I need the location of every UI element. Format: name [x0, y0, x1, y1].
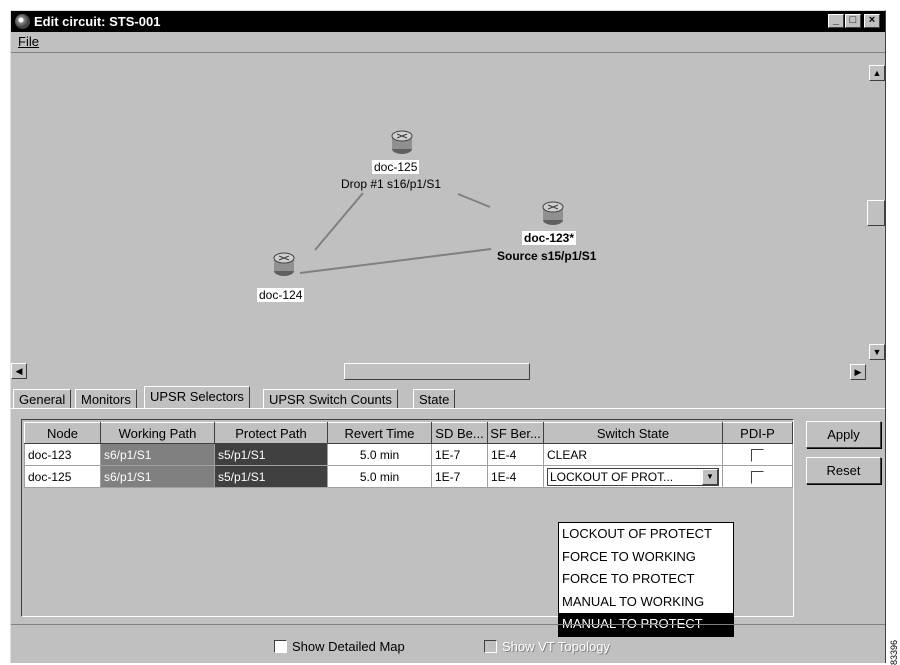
- cell-protect-path: s5/p1/S1: [214, 465, 328, 488]
- table-row[interactable]: doc-123 s6/p1/S1 s5/p1/S1 5.0 min 1E-7 1…: [24, 443, 793, 466]
- switch-state-dropdown: LOCKOUT OF PROTECT FORCE TO WORKING FORC…: [558, 522, 734, 637]
- map-connections: [299, 192, 492, 274]
- vertical-scroll-thumb[interactable]: [867, 200, 885, 226]
- col-sf-ber[interactable]: SF Ber...: [487, 422, 544, 444]
- cell-node: doc-123: [24, 443, 101, 466]
- pdi-p-checkbox[interactable]: [751, 448, 764, 462]
- cell-sf-ber[interactable]: 1E-4: [487, 443, 544, 466]
- menu-bar: File: [11, 32, 885, 52]
- link-doc125-doc123: [457, 193, 491, 208]
- circuit-map[interactable]: doc-125 Drop #1 s16/p1/S1 doc-123* Sourc…: [11, 52, 885, 382]
- node-label-doc-125: doc-125: [372, 160, 420, 174]
- dropdown-option[interactable]: FORCE TO WORKING: [559, 546, 733, 569]
- bottom-bar: Show Detailed Map Show VT Topology: [11, 624, 885, 664]
- upsr-selectors-table: Node Working Path Protect Path Revert Ti…: [24, 422, 793, 488]
- tab-general[interactable]: General: [13, 389, 72, 409]
- minimize-button[interactable]: _: [828, 14, 844, 28]
- cell-sd-ber[interactable]: 1E-7: [431, 443, 488, 466]
- app-icon: [15, 14, 30, 29]
- cell-pdi-p: [722, 443, 793, 466]
- dropdown-option[interactable]: LOCKOUT OF PROTECT: [559, 523, 733, 546]
- show-vt-topology-option: Show VT Topology: [484, 639, 610, 654]
- horizontal-scroll-thumb[interactable]: [344, 363, 530, 380]
- col-switch-state[interactable]: Switch State: [543, 422, 723, 444]
- window-title: Edit circuit: STS-001: [34, 14, 161, 29]
- link-doc124-doc123: [299, 248, 492, 274]
- show-detailed-map-checkbox[interactable]: [274, 640, 287, 653]
- cell-pdi-p: [722, 465, 793, 488]
- router-icon[interactable]: [272, 251, 296, 277]
- cell-sd-ber[interactable]: 1E-7: [431, 465, 488, 488]
- scroll-left-button[interactable]: ◀: [11, 363, 27, 379]
- edit-circuit-window: Edit circuit: STS-001 _ □ × File doc-125…: [10, 10, 886, 663]
- dropdown-option[interactable]: MANUAL TO WORKING: [559, 591, 733, 614]
- switch-state-combo[interactable]: LOCKOUT OF PROT... ▼: [547, 467, 719, 486]
- scroll-right-button[interactable]: ▶: [850, 364, 866, 380]
- tab-upsr-switch-counts[interactable]: UPSR Switch Counts: [263, 389, 398, 409]
- scroll-down-button[interactable]: ▼: [869, 344, 885, 360]
- show-detailed-map-label: Show Detailed Map: [292, 639, 405, 654]
- close-button[interactable]: ×: [864, 14, 880, 28]
- table-header-row: Node Working Path Protect Path Revert Ti…: [24, 422, 793, 444]
- show-vt-topology-label: Show VT Topology: [502, 639, 610, 654]
- cell-revert-time[interactable]: 5.0 min: [327, 443, 432, 466]
- scroll-up-button[interactable]: ▲: [869, 65, 885, 81]
- col-node[interactable]: Node: [24, 422, 101, 444]
- figure-id: 83396: [889, 640, 899, 665]
- title-bar: Edit circuit: STS-001 _ □ ×: [11, 11, 885, 32]
- show-vt-topology-checkbox: [484, 640, 497, 653]
- col-working-path[interactable]: Working Path: [100, 422, 215, 444]
- switch-state-value: LOCKOUT OF PROT...: [550, 469, 674, 484]
- cell-revert-time[interactable]: 5.0 min: [327, 465, 432, 488]
- cell-node: doc-125: [24, 465, 101, 488]
- reset-button[interactable]: Reset: [806, 457, 881, 484]
- col-pdi-p[interactable]: PDI-P: [722, 422, 793, 444]
- chevron-down-icon[interactable]: ▼: [702, 468, 718, 485]
- col-sd-ber[interactable]: SD Be...: [431, 422, 488, 444]
- dropdown-option[interactable]: FORCE TO PROTECT: [559, 568, 733, 591]
- router-icon[interactable]: [390, 129, 414, 155]
- col-revert-time[interactable]: Revert Time: [327, 422, 432, 444]
- menu-file[interactable]: File: [18, 34, 39, 49]
- cell-protect-path: s5/p1/S1: [214, 443, 328, 466]
- maximize-button[interactable]: □: [845, 14, 861, 28]
- tab-monitors[interactable]: Monitors: [75, 389, 137, 409]
- table-row[interactable]: doc-125 s6/p1/S1 s5/p1/S1 5.0 min 1E-7 1…: [24, 465, 793, 488]
- apply-button[interactable]: Apply: [806, 421, 881, 448]
- cell-working-path: s6/p1/S1: [100, 465, 215, 488]
- tab-bar: General Monitors UPSR Selectors UPSR Swi…: [11, 385, 885, 409]
- tab-state[interactable]: State: [413, 389, 456, 409]
- show-detailed-map-option[interactable]: Show Detailed Map: [274, 639, 405, 654]
- node-label-doc-123: doc-123*: [522, 231, 577, 245]
- router-icon[interactable]: [541, 200, 565, 226]
- col-protect-path[interactable]: Protect Path: [214, 422, 328, 444]
- node-sublabel-doc-125: Drop #1 s16/p1/S1: [341, 177, 442, 191]
- link-doc124-doc125: [314, 192, 364, 251]
- cell-working-path: s6/p1/S1: [100, 443, 215, 466]
- node-label-doc-124: doc-124: [257, 288, 305, 302]
- tab-upsr-selectors[interactable]: UPSR Selectors: [144, 386, 250, 409]
- selectors-table-container: Node Working Path Protect Path Revert Ti…: [21, 419, 794, 637]
- cell-switch-state[interactable]: CLEAR: [543, 443, 723, 466]
- cell-switch-state: LOCKOUT OF PROT... ▼: [543, 465, 723, 488]
- upsr-selectors-panel: Node Working Path Protect Path Revert Ti…: [11, 408, 885, 637]
- cell-sf-ber[interactable]: 1E-4: [487, 465, 544, 488]
- pdi-p-checkbox[interactable]: [751, 470, 764, 484]
- node-sublabel-doc-123: Source s15/p1/S1: [497, 249, 597, 263]
